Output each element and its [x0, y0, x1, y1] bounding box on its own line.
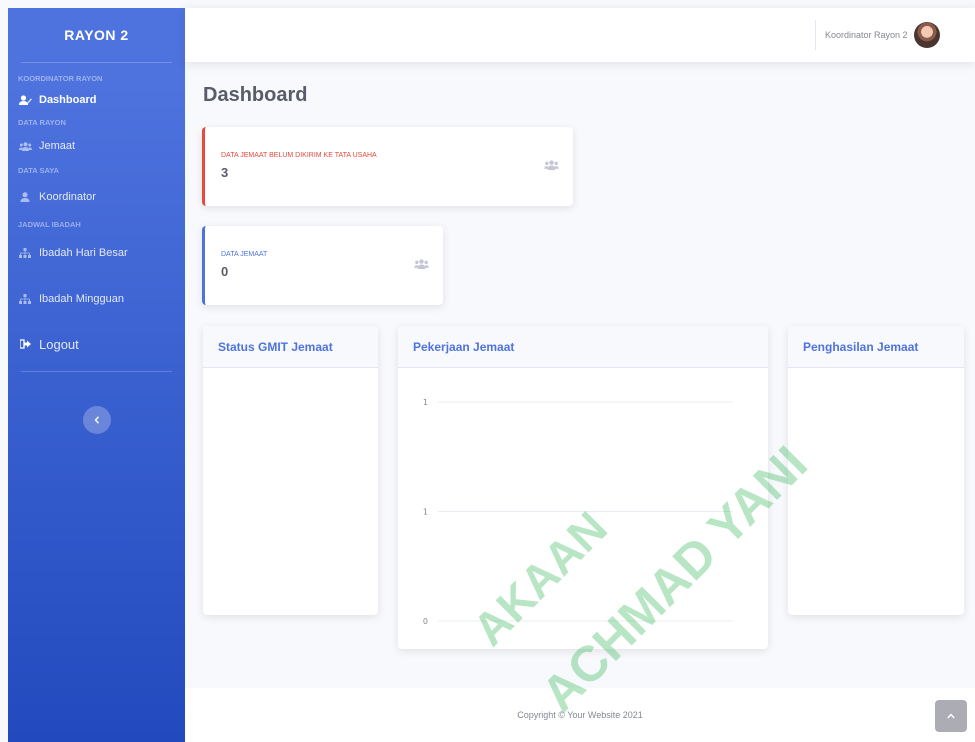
sitemap-icon: [18, 294, 32, 304]
sidebar-divider: [21, 62, 172, 63]
penghasilan-card: Penghasilan Jemaat: [788, 326, 964, 615]
sidebar-toggle-button[interactable]: [83, 406, 111, 434]
sign-out-icon: [18, 339, 32, 349]
sidebar: RAYON 2 KOORDINATOR RAYON Dashboard DATA…: [8, 8, 185, 742]
status-gmit-card: Status GMIT Jemaat: [203, 326, 378, 615]
avatar: [913, 22, 940, 48]
sidebar-item-ibadah-hari-besar[interactable]: Ibadah Hari Besar: [8, 231, 185, 275]
stat-value: 3: [221, 165, 229, 180]
chevron-up-icon: [947, 711, 955, 721]
users-icon: [18, 141, 32, 151]
user-icon: [18, 192, 32, 202]
footer: Copyright © Your Website 2021: [185, 688, 975, 742]
stat-label: DATA JEMAAT BELUM DIKIRIM KE TATA USAHA: [221, 152, 377, 159]
sidebar-item-label: Ibadah Mingguan: [39, 293, 125, 305]
sidebar-heading-koordinator-rayon: KOORDINATOR RAYON: [18, 73, 103, 83]
user-name: Koordinator Rayon 2: [825, 30, 908, 40]
sidebar-item-jemaat[interactable]: Jemaat: [8, 129, 185, 163]
page-title: Dashboard: [203, 84, 308, 106]
users-icon: [544, 160, 559, 173]
logout-label: Logout: [39, 336, 79, 352]
card-title: Pekerjaan Jemaat: [398, 326, 768, 368]
user-dropdown[interactable]: Koordinator Rayon 2: [825, 8, 940, 62]
stat-label: DATA JEMAAT: [221, 251, 268, 258]
sidebar-heading-data-rayon: DATA RAYON: [18, 117, 66, 127]
logout-button[interactable]: Logout: [8, 323, 185, 365]
users-icon: [414, 259, 429, 272]
chart-ytick-label: 0: [423, 617, 428, 626]
chevron-left-icon: [94, 413, 100, 427]
card-title: Penghasilan Jemaat: [788, 326, 964, 368]
stat-card-data-jemaat: DATA JEMAAT 0: [202, 226, 443, 305]
pekerjaan-chart: 1 1 0: [423, 398, 733, 626]
sidebar-heading-jadwal-ibadah: JADWAL IBADAH: [18, 219, 81, 229]
user-edit-icon: [18, 95, 32, 105]
sidebar-item-ibadah-mingguan[interactable]: Ibadah Mingguan: [8, 275, 185, 323]
stat-value: 0: [221, 264, 229, 279]
copyright-text: Copyright © Your Website 2021: [517, 710, 643, 720]
sitemap-icon: [18, 248, 32, 258]
sidebar-item-label: Koordinator: [39, 191, 96, 203]
stat-card-belum-dikirim: DATA JEMAAT BELUM DIKIRIM KE TATA USAHA …: [202, 127, 573, 206]
sidebar-divider: [21, 371, 172, 372]
scroll-to-top-button[interactable]: [935, 700, 967, 732]
sidebar-heading-data-saya: DATA SAYA: [18, 165, 59, 175]
sidebar-item-label: Dashboard: [39, 94, 97, 106]
sidebar-item-label: Jemaat: [39, 140, 76, 152]
sidebar-brand[interactable]: RAYON 2: [8, 8, 185, 62]
card-title: Status GMIT Jemaat: [203, 326, 378, 368]
sidebar-item-dashboard[interactable]: Dashboard: [8, 85, 185, 115]
sidebar-item-label: Ibadah Hari Besar: [39, 247, 128, 259]
pekerjaan-card: Pekerjaan Jemaat 1 1 0: [398, 326, 768, 649]
chart-ytick-label: 1: [423, 398, 428, 407]
topbar-divider: [815, 20, 816, 50]
sidebar-item-koordinator[interactable]: Koordinator: [8, 177, 185, 217]
chart-ytick-label: 1: [423, 508, 428, 517]
topbar: Koordinator Rayon 2: [185, 8, 975, 62]
